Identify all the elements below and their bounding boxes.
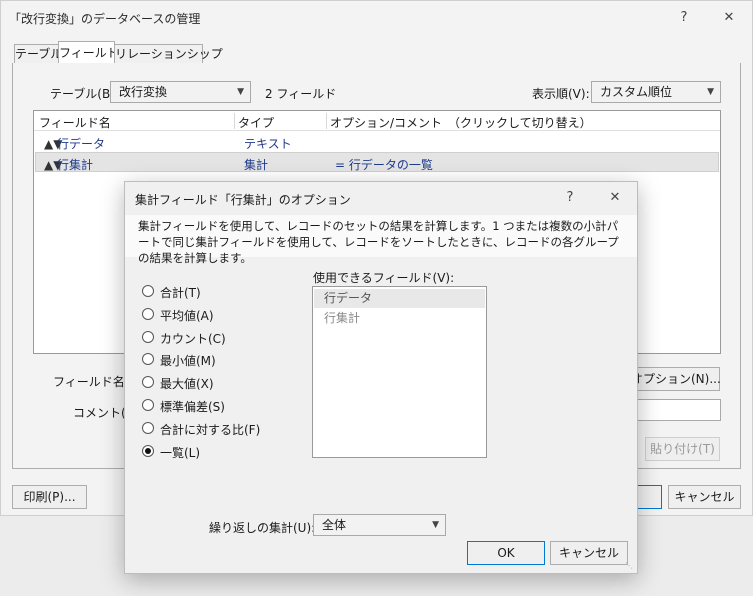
- radio-checked-icon[interactable]: [142, 445, 154, 457]
- radio-label: カウント(C): [160, 332, 226, 346]
- radio-label: 合計(T): [160, 286, 201, 300]
- radio-button[interactable]: [142, 376, 154, 388]
- help-button[interactable]: ?: [666, 5, 702, 31]
- list-item[interactable]: 行データ: [314, 289, 485, 308]
- radio-label: 合計に対する比(F): [160, 423, 261, 437]
- sort-label: 表示順(V):: [532, 87, 590, 101]
- table-row[interactable]: ▲▼ 行データ テキスト: [35, 132, 719, 152]
- title-bar: 「改行変換」のデータベースの管理 ? ✕: [1, 1, 752, 35]
- radio-button[interactable]: [142, 308, 154, 320]
- ok-button[interactable]: OK: [467, 541, 545, 565]
- row-field-type: テキスト: [244, 137, 292, 151]
- tab-fields[interactable]: フィールド: [58, 41, 119, 64]
- column-options[interactable]: オプション/コメント （クリックして切り替え）: [330, 114, 592, 131]
- table-label: テーブル(B):: [50, 87, 119, 101]
- repeat-summary-value: 全体: [322, 518, 347, 532]
- radio-list[interactable]: 一覧(L): [142, 443, 292, 461]
- radio-total[interactable]: 合計(T): [142, 283, 292, 301]
- radio-button[interactable]: [142, 399, 154, 411]
- chevron-down-icon: ▼: [237, 87, 244, 97]
- radio-button[interactable]: [142, 331, 154, 343]
- options-button[interactable]: オプション(N)...: [630, 367, 721, 391]
- radio-button[interactable]: [142, 422, 154, 434]
- radio-average[interactable]: 平均値(A): [142, 306, 292, 324]
- radio-count[interactable]: カウント(C): [142, 329, 292, 347]
- dialog-help-button[interactable]: ?: [552, 185, 588, 211]
- summary-options-dialog: 集計フィールド「行集計」のオプション ? ✕ 集計フィールドを使用して、レコード…: [124, 181, 638, 574]
- comment-field[interactable]: [637, 399, 721, 421]
- radio-label: 標準偏差(S): [160, 400, 225, 414]
- row-field-name: 行集計: [57, 158, 94, 172]
- chevron-down-icon: ▼: [707, 87, 714, 97]
- print-button[interactable]: 印刷(P)...: [12, 485, 87, 509]
- repeat-summary-label: 繰り返しの集計(U):: [209, 521, 316, 535]
- sort-select[interactable]: カスタム順位 ▼: [591, 81, 721, 103]
- radio-label: 最小値(M): [160, 354, 216, 368]
- radio-minimum[interactable]: 最小値(M): [142, 351, 292, 369]
- close-window-button[interactable]: ✕: [711, 5, 747, 31]
- column-field-name[interactable]: フィールド名: [39, 114, 111, 131]
- radio-label: 平均値(A): [160, 309, 214, 323]
- field-list-header: フィールド名 タイプ オプション/コメント （クリックして切り替え）: [34, 111, 720, 131]
- radio-std-dev[interactable]: 標準偏差(S): [142, 397, 292, 415]
- table-select-value: 改行変換: [119, 85, 168, 99]
- sort-select-value: カスタム順位: [600, 85, 673, 99]
- table-row-selected[interactable]: ▲▼ 行集計 集計 = 行データの一覧: [35, 152, 719, 172]
- available-fields-list[interactable]: 行データ 行集計: [312, 286, 487, 458]
- cancel-button[interactable]: キャンセル: [550, 541, 628, 565]
- row-field-name: 行データ: [57, 137, 106, 151]
- window-title: 「改行変換」のデータベースの管理: [9, 12, 201, 26]
- repeat-summary-select[interactable]: 全体 ▼: [313, 514, 446, 536]
- chevron-down-icon: ▼: [432, 520, 439, 530]
- row-field-option: = 行データの一覧: [335, 158, 433, 172]
- tab-relationships[interactable]: リレーションシップ: [114, 44, 223, 64]
- radio-label: 一覧(L): [160, 446, 201, 460]
- list-item[interactable]: 行集計: [314, 309, 485, 328]
- dialog-close-button[interactable]: ✕: [597, 185, 633, 211]
- table-select[interactable]: 改行変換 ▼: [110, 81, 251, 103]
- radio-label: 最大値(X): [160, 377, 214, 391]
- cancel-button-main[interactable]: キャンセル: [668, 485, 741, 509]
- paste-button[interactable]: 貼り付け(T): [645, 437, 720, 461]
- dialog-description: 集計フィールドを使用して、レコードのセットの結果を計算します。1 つまたは複数の…: [125, 215, 637, 265]
- tab-tables[interactable]: テーブル: [14, 44, 62, 64]
- dialog-title: 集計フィールド「行集計」のオプション: [135, 193, 351, 207]
- row-field-type: 集計: [244, 158, 269, 172]
- resize-grip-icon[interactable]: ⋱: [625, 561, 635, 571]
- radio-maximum[interactable]: 最大値(X): [142, 374, 292, 392]
- radio-button[interactable]: [142, 353, 154, 365]
- column-type[interactable]: タイプ: [238, 114, 274, 131]
- available-fields-label: 使用できるフィールド(V):: [313, 271, 455, 285]
- radio-fraction-of-total[interactable]: 合計に対する比(F): [142, 420, 292, 438]
- field-count: 2 フィールド: [265, 87, 337, 101]
- radio-button[interactable]: [142, 285, 154, 297]
